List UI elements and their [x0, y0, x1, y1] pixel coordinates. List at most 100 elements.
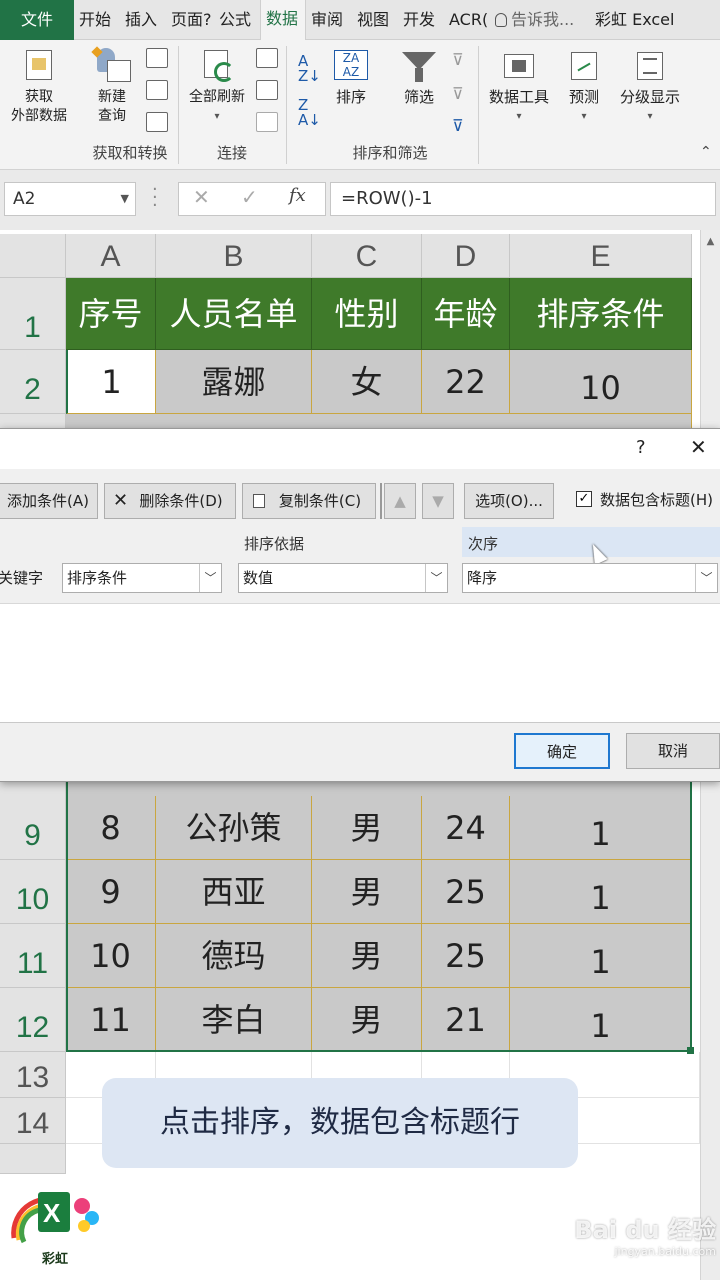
cell-b2[interactable]: 露娜	[156, 350, 312, 414]
chevron-down-icon[interactable]: ﹀	[425, 564, 447, 592]
table-cell[interactable]: 1	[510, 988, 692, 1052]
properties-icon[interactable]	[256, 80, 278, 100]
options-button[interactable]: 选项(O)...	[464, 483, 554, 519]
tab-formulas[interactable]: 公式	[214, 0, 260, 40]
close-icon[interactable]: ✕	[690, 435, 707, 459]
header-cell-b1[interactable]: 人员名单	[156, 278, 312, 350]
add-condition-button[interactable]: 添加条件(A)	[0, 483, 98, 519]
column-header-a[interactable]: A	[66, 234, 156, 278]
insert-function-icon[interactable]: fx	[289, 185, 306, 206]
header-cell-e1[interactable]: 排序条件	[510, 278, 692, 350]
sort-on-select[interactable]: 数值 ﹀	[238, 563, 448, 593]
has-headers-checkbox[interactable]: ✓	[576, 491, 592, 507]
filter-button[interactable]: 筛选	[394, 48, 444, 107]
table-cell[interactable]: 21	[422, 988, 510, 1052]
recent-sources-icon[interactable]	[146, 112, 168, 132]
cell-a2-active[interactable]: 1	[66, 350, 156, 414]
get-external-data-button[interactable]: 获取 外部数据	[4, 48, 74, 126]
column-header-b[interactable]: B	[156, 234, 312, 278]
forecast-button[interactable]: 预测 ▾	[562, 48, 606, 126]
ok-button[interactable]: 确定	[514, 733, 610, 769]
clear-filter-icon[interactable]: ⊽	[452, 50, 470, 69]
table-cell[interactable]: 10	[66, 924, 156, 988]
cancel-button[interactable]: 取消	[626, 733, 720, 769]
cell-d2[interactable]: 22	[422, 350, 510, 414]
header-cell-d1[interactable]: 年龄	[422, 278, 510, 350]
column-header-e[interactable]: E	[510, 234, 692, 278]
table-cell[interactable]: 男	[312, 988, 422, 1052]
tab-insert[interactable]: 插入	[120, 0, 166, 40]
key-select[interactable]: 排序条件 ﹀	[62, 563, 222, 593]
reapply-filter-icon[interactable]: ⊽	[452, 84, 470, 103]
move-up-button[interactable]: ▲	[384, 483, 416, 519]
collapse-ribbon-icon[interactable]: ⌃	[700, 144, 712, 160]
enter-icon[interactable]: ✓	[241, 185, 258, 209]
table-cell[interactable]: 李白	[156, 988, 312, 1052]
tab-home[interactable]: 开始	[74, 0, 120, 40]
row-header-9[interactable]: 9	[0, 796, 66, 860]
tab-file[interactable]: 文件	[0, 0, 74, 40]
row-header-10[interactable]: 10	[0, 860, 66, 924]
row-header-2[interactable]: 2	[0, 350, 66, 414]
tab-caihong-excel[interactable]: 彩虹 Excel	[590, 0, 685, 40]
edit-links-icon[interactable]	[256, 112, 278, 132]
table-cell[interactable]: 男	[312, 924, 422, 988]
header-cell-c1[interactable]: 性别	[312, 278, 422, 350]
table-cell[interactable]: 8	[66, 796, 156, 860]
chevron-down-icon[interactable]: ﹀	[695, 564, 717, 592]
order-select[interactable]: 降序 ﹀	[462, 563, 718, 593]
table-cell[interactable]: 男	[312, 860, 422, 924]
tab-acrobat[interactable]: ACR(	[444, 0, 490, 40]
row-header-14[interactable]: 14	[0, 1098, 66, 1144]
column-header-d[interactable]: D	[422, 234, 510, 278]
table-cell[interactable]: 1	[510, 860, 692, 924]
row-header-11[interactable]: 11	[0, 924, 66, 988]
row-header-13[interactable]: 13	[0, 1052, 66, 1098]
table-cell[interactable]: 9	[66, 860, 156, 924]
select-all-corner[interactable]	[0, 234, 66, 278]
column-header-c[interactable]: C	[312, 234, 422, 278]
tab-page-layout[interactable]: 页面?	[166, 0, 214, 40]
tab-developer[interactable]: 开发	[398, 0, 444, 40]
table-cell[interactable]: 1	[510, 924, 692, 988]
table-cell[interactable]: 11	[66, 988, 156, 1052]
table-cell[interactable]: 公孙策	[156, 796, 312, 860]
help-button[interactable]: ?	[636, 437, 646, 458]
cell-c2[interactable]: 女	[312, 350, 422, 414]
name-box[interactable]: A2 ▼	[4, 182, 136, 216]
header-cell-a1[interactable]: 序号	[66, 278, 156, 350]
row-header-12[interactable]: 12	[0, 988, 66, 1052]
tab-view[interactable]: 视图	[352, 0, 398, 40]
delete-condition-button[interactable]: ✕ 删除条件(D)	[104, 483, 236, 519]
advanced-filter-icon[interactable]: ⊽	[452, 116, 470, 135]
sort-az-icon[interactable]: A Z↓	[298, 54, 321, 84]
chevron-down-icon[interactable]: ﹀	[199, 564, 221, 592]
fill-handle[interactable]	[687, 1047, 694, 1054]
table-cell[interactable]: 1	[510, 796, 692, 860]
show-queries-icon[interactable]	[146, 48, 168, 68]
tell-me-box[interactable]: 告诉我...	[490, 0, 590, 40]
refresh-all-button[interactable]: 全部刷新 ▾	[184, 48, 250, 126]
table-cell[interactable]: 西亚	[156, 860, 312, 924]
tab-data[interactable]: 数据	[260, 0, 306, 40]
sort-button[interactable]: ZA AZ 排序	[328, 48, 374, 107]
connections-icon[interactable]	[256, 48, 278, 68]
copy-condition-button[interactable]: 复制条件(C)	[242, 483, 376, 519]
chevron-down-icon[interactable]: ▼	[121, 183, 129, 215]
table-cell[interactable]: 25	[422, 924, 510, 988]
table-cell[interactable]: 24	[422, 796, 510, 860]
cancel-icon[interactable]: ✕	[193, 185, 210, 209]
new-query-button[interactable]: 新建 查询	[84, 46, 140, 126]
table-cell[interactable]: 德玛	[156, 924, 312, 988]
from-table-icon[interactable]	[146, 80, 168, 100]
move-down-button[interactable]: ▼	[422, 483, 454, 519]
table-cell[interactable]: 25	[422, 860, 510, 924]
row-header-1[interactable]: 1	[0, 278, 66, 350]
tab-review[interactable]: 审阅	[306, 0, 352, 40]
row-header-15[interactable]	[0, 1144, 66, 1174]
formula-bar-grip-icon[interactable]: · · ·	[152, 181, 158, 215]
has-headers-label[interactable]: 数据包含标题(H)	[600, 489, 713, 510]
sort-za-icon[interactable]: Z A↓	[298, 98, 321, 128]
outline-button[interactable]: 分级显示 ▾	[614, 48, 686, 126]
cell-e2[interactable]: 10	[510, 350, 692, 414]
